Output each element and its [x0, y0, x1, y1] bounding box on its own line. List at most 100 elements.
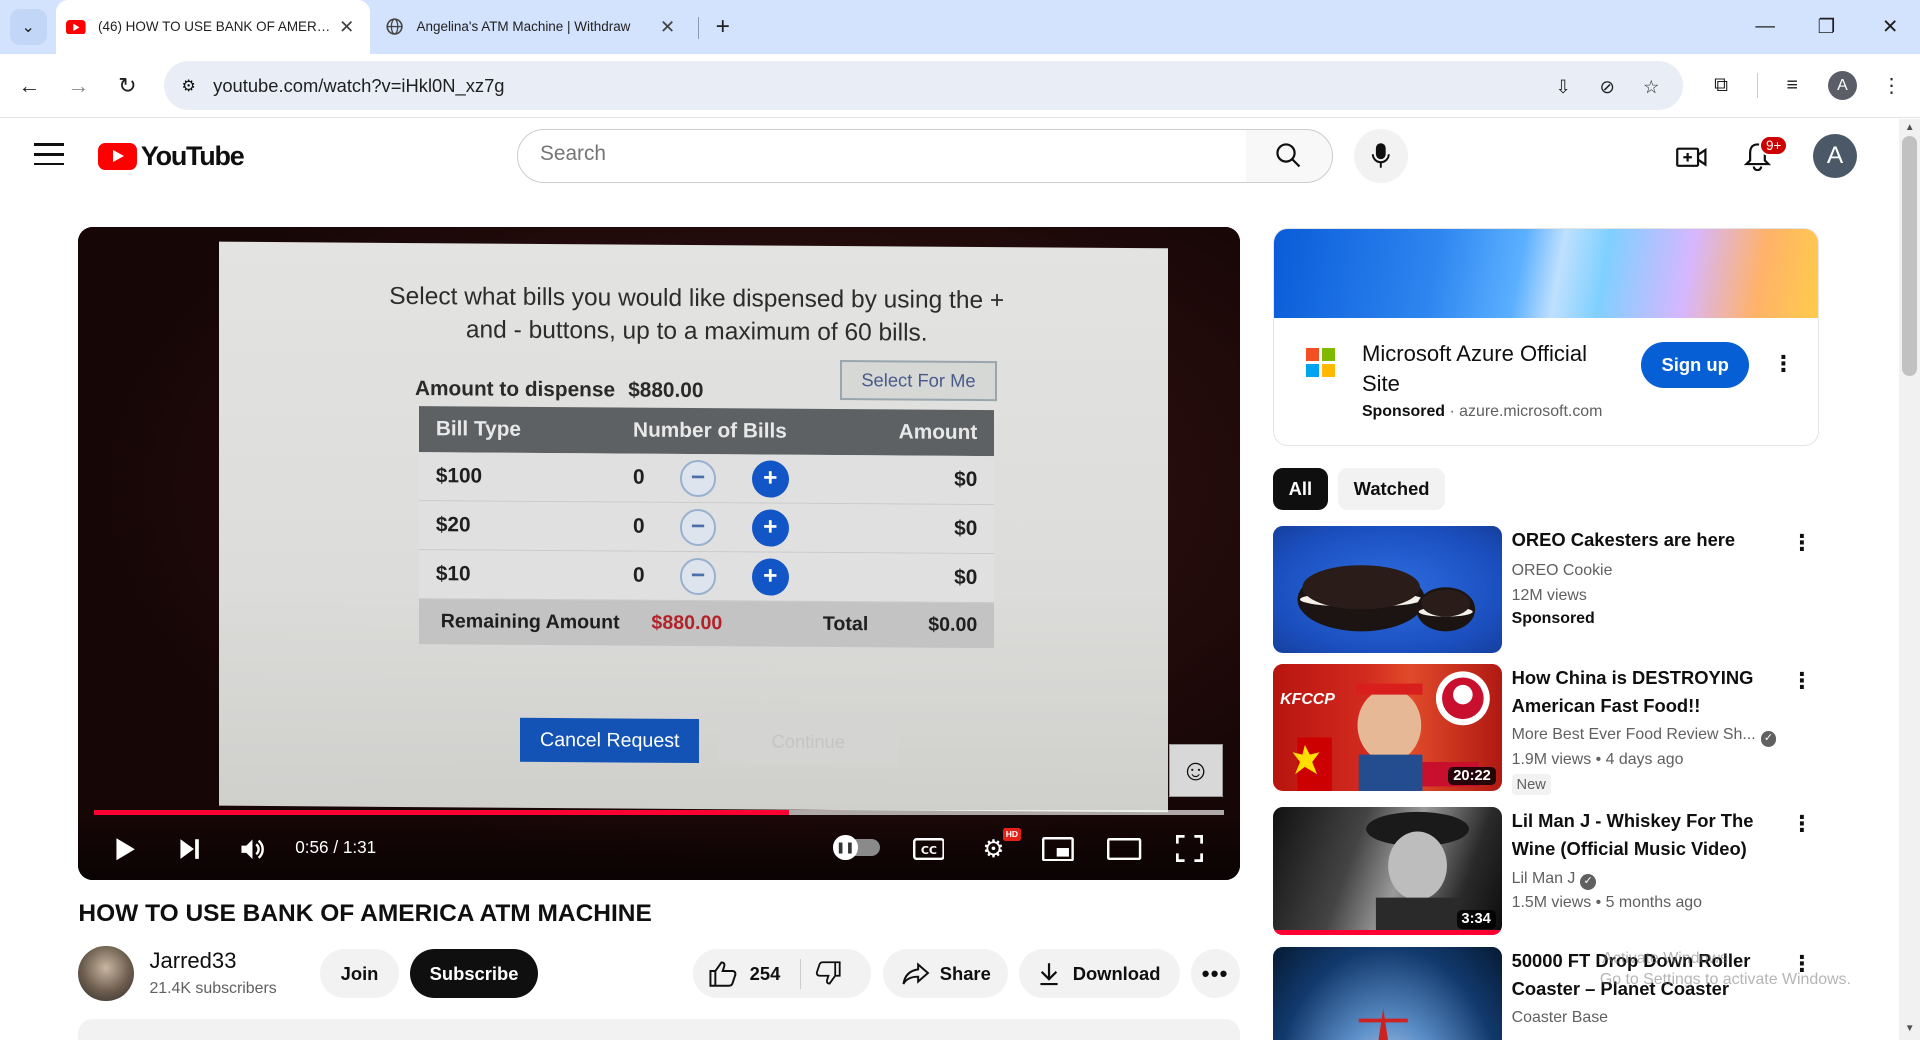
chip-all[interactable]: All [1272, 467, 1328, 510]
subscribe-button[interactable]: Subscribe [410, 949, 538, 999]
miniplayer-icon[interactable] [1039, 829, 1078, 868]
join-button[interactable]: Join [319, 949, 400, 999]
recommendation-title[interactable]: OREO Cakesters are here [1512, 526, 1782, 554]
sponsored-label: Sponsored [1511, 610, 1595, 628]
recommendation-item[interactable]: OREO Cakesters are here OREO Cookie 12M … [1272, 525, 1824, 656]
share-label: Share [939, 962, 991, 984]
profile-avatar[interactable]: A [1827, 71, 1858, 101]
captions-icon[interactable]: CC [909, 829, 948, 868]
hamburger-menu-icon[interactable] [34, 143, 64, 166]
volume-icon[interactable] [234, 829, 273, 868]
install-app-icon[interactable]: ⇩ [1550, 73, 1577, 100]
search-input[interactable] [539, 141, 1226, 166]
recommendation-channel[interactable]: Lil Man J ✓ [1511, 869, 1597, 890]
video-thumbnail[interactable]: KFCCP 20:22 [1272, 663, 1502, 792]
new-tab-button[interactable]: + [708, 11, 737, 43]
dislike-button[interactable] [813, 959, 842, 988]
menu-kebab-icon[interactable]: ⋮ [1877, 71, 1906, 100]
download-button[interactable]: Download [1019, 949, 1180, 999]
sponsored-ad-card[interactable]: Microsoft Azure Official Site Sponsored … [1272, 227, 1820, 446]
theater-mode-icon[interactable] [1105, 829, 1144, 868]
recommendation-item[interactable]: 3:34 Lil Man J - Whiskey For The Wine (O… [1272, 807, 1824, 937]
tab-search-button[interactable]: ⌄ [9, 8, 47, 46]
minimize-icon[interactable]: — [1735, 0, 1796, 54]
recommendation-item[interactable]: KFCCP 20:22 How China is DESTROYING Amer… [1272, 663, 1824, 796]
video-thumbnail[interactable] [1272, 525, 1502, 653]
recommendation-channel[interactable]: Coaster Base [1512, 1009, 1608, 1027]
atm-remaining-label: Remaining Amount [440, 610, 620, 634]
youtube-account-avatar[interactable]: A [1813, 133, 1858, 178]
fullscreen-icon[interactable] [1170, 829, 1209, 868]
video-thumbnail[interactable]: 3:34 [1272, 807, 1502, 935]
ad-sponsored-label: Sponsored [1361, 402, 1446, 420]
youtube-logo[interactable]: YouTube [98, 141, 245, 172]
atm-table-row: $100 0 − + $0 [418, 452, 995, 506]
hd-badge: HD [1003, 828, 1021, 841]
recommendation-more-icon[interactable]: ⋮ [1790, 811, 1815, 837]
reload-icon[interactable]: ↻ [110, 69, 144, 103]
play-icon[interactable] [105, 829, 144, 868]
create-video-icon[interactable] [1675, 141, 1708, 173]
tab-youtube[interactable]: (46) HOW TO USE BANK OF AMERICA ATM ✕ [56, 0, 370, 54]
description-box[interactable] [78, 1019, 1240, 1040]
back-icon[interactable]: ← [12, 69, 46, 103]
restore-icon[interactable]: ❐ [1796, 0, 1857, 54]
channel-label: Lil Man J [1511, 869, 1576, 887]
scrollbar-thumb[interactable] [1902, 135, 1918, 377]
close-window-icon[interactable]: ✕ [1860, 0, 1920, 54]
channel-name[interactable]: Jarred33 [149, 948, 236, 974]
media-controls-icon[interactable]: ≡ [1777, 71, 1806, 100]
ad-title[interactable]: Microsoft Azure Official Site [1362, 339, 1619, 398]
more-actions-button[interactable]: ••• [1190, 949, 1240, 999]
verified-check-icon: ✓ [1760, 730, 1777, 747]
atm-minus-icon: − [679, 459, 717, 498]
scroll-up-icon[interactable]: ▲ [1904, 122, 1916, 134]
logo-square [1305, 363, 1320, 378]
search-icon [1276, 143, 1301, 168]
forward-icon[interactable]: → [61, 69, 95, 103]
ad-signup-button[interactable]: Sign up [1641, 341, 1750, 389]
channel-watermark[interactable]: ☺ [1168, 743, 1223, 798]
ad-more-icon[interactable]: ⋮ [1771, 351, 1796, 376]
close-icon[interactable]: ✕ [654, 13, 681, 40]
recommendation-more-icon[interactable]: ⋮ [1790, 668, 1815, 694]
chip-watched[interactable]: Watched [1337, 467, 1446, 510]
video-duration: 3:34 [1456, 910, 1496, 929]
site-info-icon[interactable]: ⚙ [176, 73, 201, 98]
youtube-play-icon [98, 142, 138, 170]
recommendation-meta: 1.5M views • 5 months ago [1511, 894, 1702, 912]
video-player[interactable]: Select what bills you would like dispens… [78, 226, 1240, 880]
microsoft-logo-icon [1305, 347, 1335, 378]
extensions-icon[interactable]: ⧉ [1706, 71, 1735, 100]
atm-bill-count: 0 [633, 515, 645, 539]
channel-avatar[interactable] [78, 945, 134, 1001]
url-text[interactable]: youtube.com/watch?v=iHkl0N_xz7g [213, 75, 504, 97]
ad-banner-image[interactable] [1273, 228, 1819, 319]
recommendation-title[interactable]: How China is DESTROYING American Fast Fo… [1512, 664, 1782, 720]
tab-title: Angelina's ATM Machine | Withdraw [416, 19, 631, 35]
address-bar[interactable]: ⚙ youtube.com/watch?v=iHkl0N_xz7g ⇩ ⊘ ☆ [164, 61, 1684, 111]
like-count: 254 [749, 962, 781, 984]
recommendation-more-icon[interactable]: ⋮ [1790, 530, 1815, 555]
page-scrollbar[interactable]: ▲ ▼ [1898, 118, 1920, 1040]
atm-continue-button: Continue [719, 719, 898, 765]
next-video-icon[interactable] [170, 829, 209, 868]
atm-minus-icon: − [679, 557, 717, 596]
like-button[interactable]: 254 [708, 949, 780, 998]
recommendation-channel[interactable]: OREO Cookie [1512, 562, 1613, 580]
recommendation-title[interactable]: Lil Man J - Whiskey For The Wine (Offici… [1512, 807, 1782, 863]
voice-search-button[interactable] [1353, 128, 1408, 183]
video-progress-bar[interactable] [94, 809, 1224, 815]
autoplay-toggle[interactable]: ❚❚ [833, 835, 880, 860]
eye-off-icon[interactable]: ⊘ [1594, 73, 1621, 100]
search-button[interactable] [1245, 128, 1333, 183]
video-thumbnail[interactable] [1272, 946, 1502, 1040]
subscriber-count: 21.4K subscribers [149, 980, 277, 997]
like-separator [799, 959, 802, 989]
recommendation-channel[interactable]: More Best Ever Food Review Sh... ✓ [1512, 726, 1777, 747]
tab-atm-machine[interactable]: Angelina's ATM Machine | Withdraw ✕ [375, 0, 691, 54]
bookmark-star-icon[interactable]: ☆ [1638, 73, 1665, 100]
share-button[interactable]: Share [883, 949, 1009, 999]
scroll-down-icon[interactable]: ▼ [1904, 1023, 1916, 1035]
close-icon[interactable]: ✕ [333, 13, 360, 40]
